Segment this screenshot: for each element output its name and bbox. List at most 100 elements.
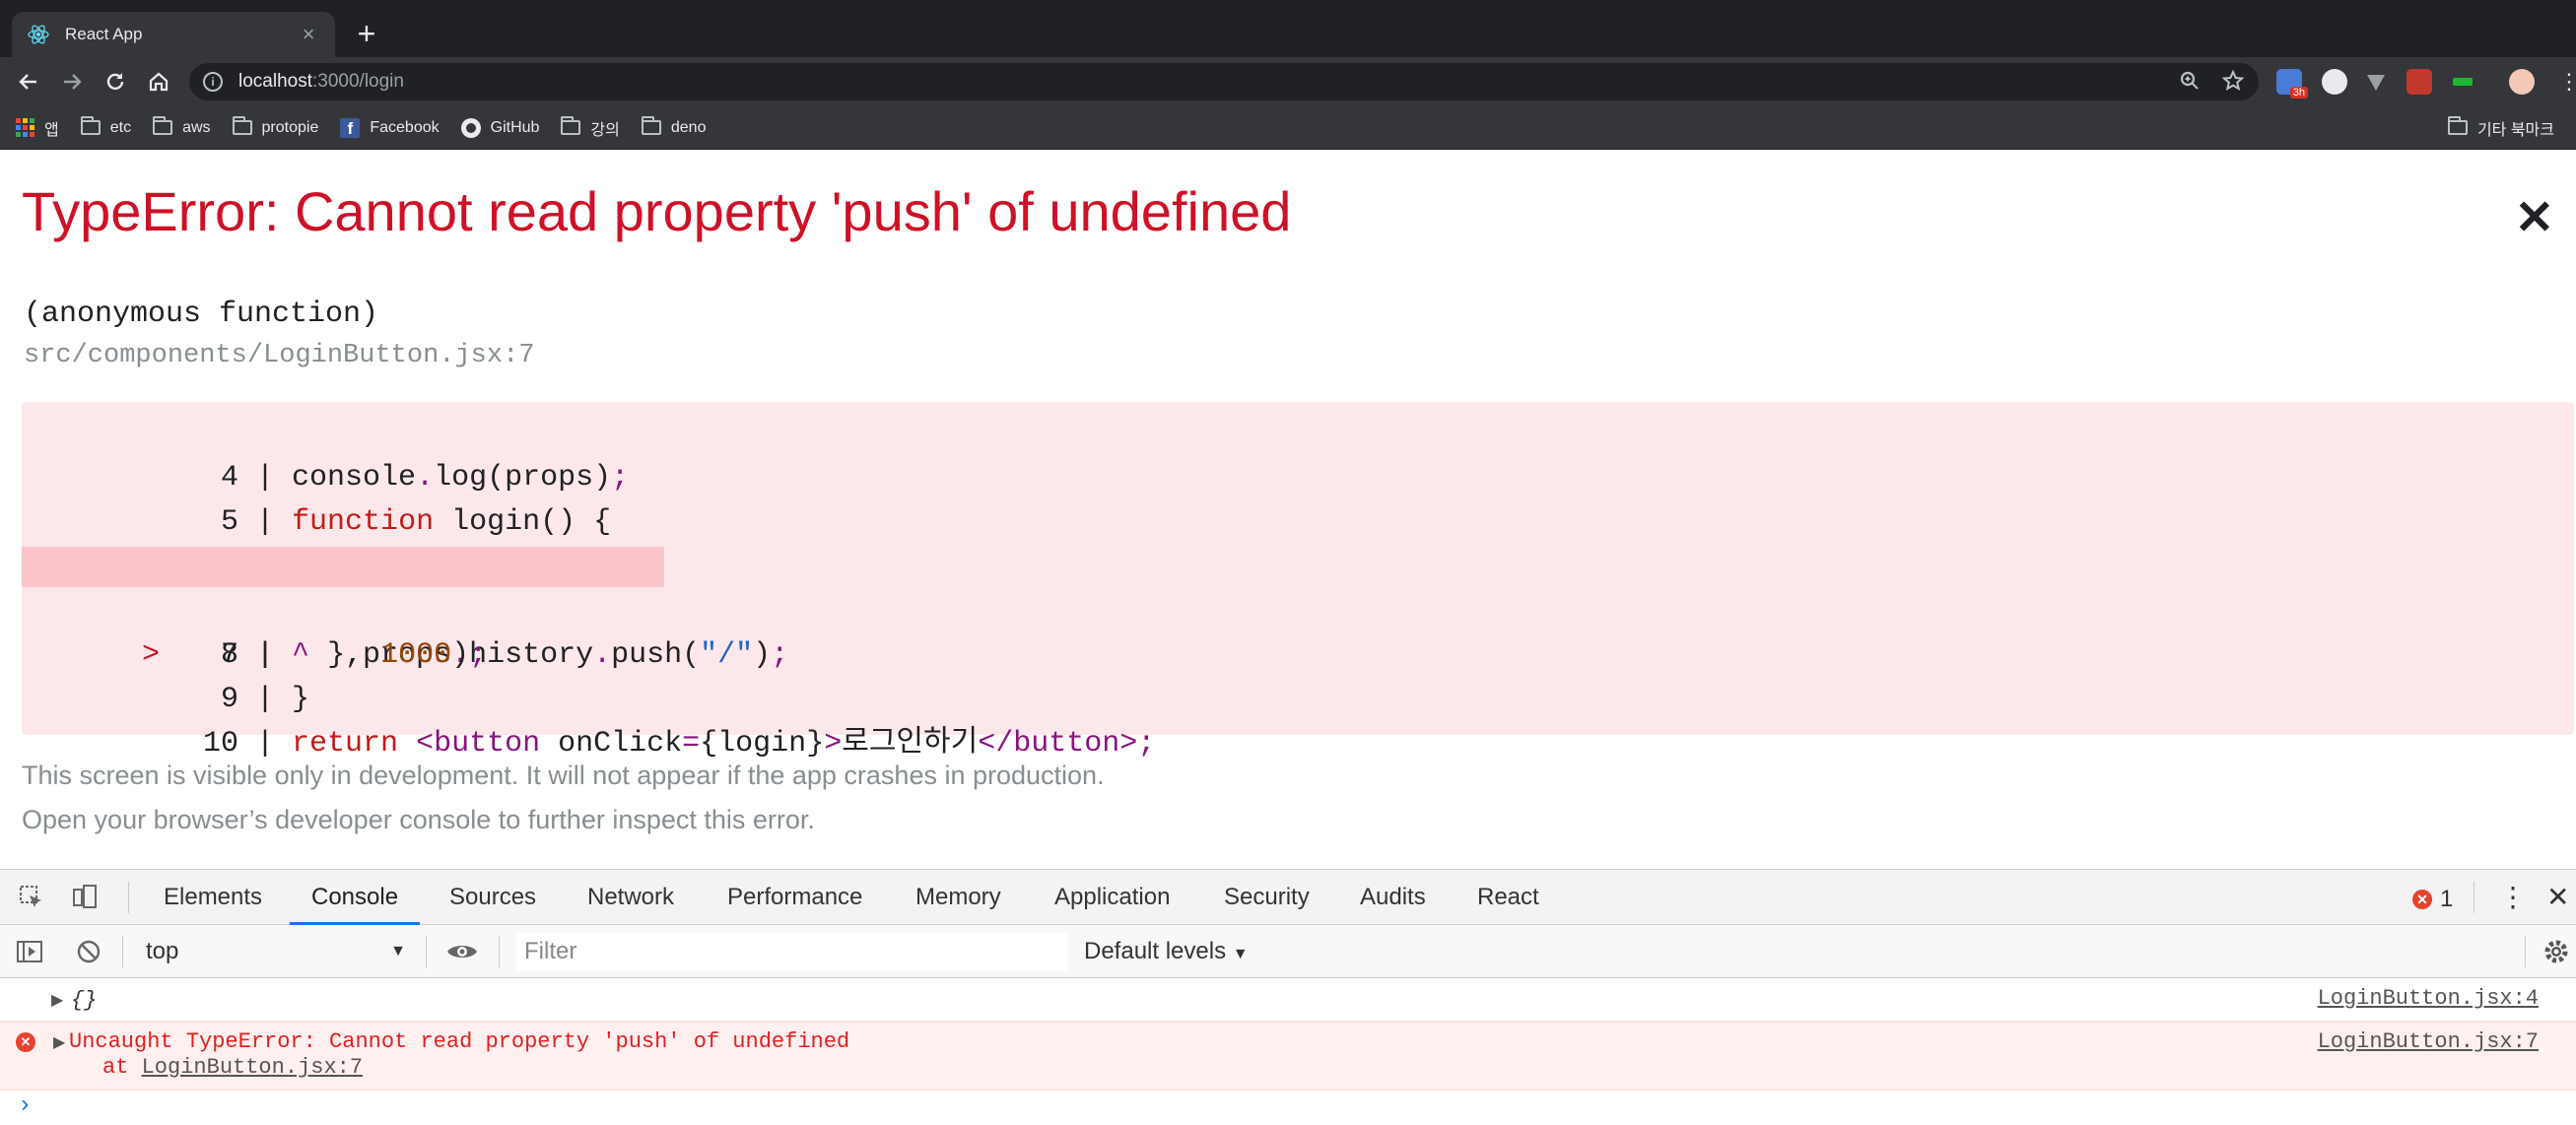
- facebook-icon: f: [340, 117, 361, 138]
- dev-only-note: This screen is visible only in developme…: [22, 761, 1105, 790]
- stack-function-name: (anonymous function): [24, 298, 379, 331]
- forward-button[interactable]: [55, 65, 89, 99]
- live-expression-eye-icon[interactable]: [445, 938, 479, 965]
- close-devtools-icon[interactable]: ✕: [2546, 870, 2569, 925]
- bookmark-label: GitHub: [490, 118, 540, 136]
- code-line: 6 | setTimeout(() => {: [22, 500, 2574, 583]
- bookmark-deno[interactable]: deno: [641, 116, 707, 137]
- error-source-link[interactable]: LoginButton.jsx:7: [2318, 1029, 2539, 1054]
- tab-title: React App: [65, 25, 143, 43]
- folder-icon: [2447, 116, 2468, 135]
- gear-icon[interactable]: [2542, 938, 2570, 965]
- console-prompt[interactable]: ›: [18, 1092, 32, 1119]
- address-bar[interactable]: i localhost:3000/login: [189, 63, 2259, 100]
- bookmark-etc[interactable]: etc: [80, 116, 131, 137]
- bookmark-label: deno: [670, 118, 707, 136]
- calendar-extension-icon[interactable]: 3h: [2276, 69, 2308, 99]
- folder-icon: [232, 116, 252, 135]
- tab-performance[interactable]: Performance: [727, 870, 862, 925]
- folder-icon: [561, 116, 581, 135]
- dropdown-arrow-icon: ▼: [390, 943, 406, 960]
- url-host: localhost: [238, 71, 312, 92]
- apps-icon: [16, 118, 34, 137]
- folder-icon: [641, 116, 661, 135]
- extension-circle-icon[interactable]: [2322, 69, 2347, 95]
- tab-audits[interactable]: Audits: [1360, 870, 1426, 925]
- close-tab-icon[interactable]: ×: [296, 22, 321, 47]
- code-line: 5 | function login() {: [221, 505, 612, 539]
- new-tab-button[interactable]: +: [349, 17, 384, 52]
- expand-arrow-icon[interactable]: ▶: [53, 1032, 65, 1052]
- log-levels-dropdown[interactable]: Default levels ▼: [1084, 933, 1249, 970]
- react-icon: [26, 22, 51, 47]
- profile-avatar[interactable]: [2509, 69, 2535, 95]
- extension-red-icon[interactable]: [2407, 69, 2432, 95]
- chrome-menu-icon[interactable]: ⋮: [2552, 65, 2576, 99]
- expand-arrow-icon[interactable]: ▶: [51, 990, 63, 1010]
- tab-application[interactable]: Application: [1054, 870, 1170, 925]
- log-levels-label: Default levels: [1084, 938, 1227, 964]
- devtools-tabbar: Elements Console Sources Network Perform…: [0, 870, 2576, 925]
- extension-badge: 3h: [2289, 87, 2308, 99]
- bookmark-github[interactable]: GitHub: [460, 117, 540, 138]
- tab-memory[interactable]: Memory: [915, 870, 1001, 925]
- site-info-icon[interactable]: i: [203, 72, 223, 92]
- bookmark-label: aws: [182, 118, 211, 136]
- reload-button[interactable]: [99, 65, 132, 99]
- tab-elements[interactable]: Elements: [164, 870, 262, 925]
- stack-at-prefix: at: [102, 1055, 142, 1080]
- code-line: 9 | }: [221, 683, 310, 716]
- error-count: 1: [2440, 886, 2454, 912]
- console-error-message: ✕ ▶ Uncaught TypeError: Cannot read prop…: [0, 1022, 2576, 1091]
- stack-trace-link[interactable]: LoginButton.jsx:7: [142, 1055, 363, 1080]
- bookmark-label: 앱: [44, 121, 59, 139]
- arrow-left-icon: [19, 74, 36, 90]
- inspect-element-icon[interactable]: [18, 884, 45, 911]
- console-filter-input[interactable]: [516, 933, 1068, 970]
- reload-icon: [106, 73, 124, 91]
- bookmark-apps[interactable]: 앱: [16, 116, 59, 140]
- tab-network[interactable]: Network: [587, 870, 674, 925]
- error-overlay: TypeError: Cannot read property 'push' o…: [0, 150, 2576, 869]
- folder-icon: [80, 116, 101, 135]
- other-bookmarks[interactable]: 기타 북마크: [2447, 116, 2554, 140]
- code-frame: 4 | console.log(props); 5 | function log…: [22, 402, 2574, 761]
- device-toolbar-icon[interactable]: [71, 884, 99, 911]
- devtools-panel: Elements Console Sources Network Perform…: [0, 869, 2576, 1125]
- code-line: 4 | console.log(props);: [221, 461, 630, 495]
- github-icon: [460, 117, 481, 138]
- back-button[interactable]: [12, 65, 45, 99]
- code-line-highlighted: >7 | props.history.push("/");: [22, 545, 2574, 672]
- zoom-icon[interactable]: [2178, 69, 2202, 93]
- sidebar-toggle-icon[interactable]: [16, 938, 43, 965]
- bookmark-aws[interactable]: aws: [153, 116, 211, 137]
- home-button[interactable]: [142, 65, 175, 99]
- tab-security[interactable]: Security: [1224, 870, 1310, 925]
- console-toolbar: top ▼ Default levels ▼: [0, 925, 2576, 978]
- bookmark-label: Facebook: [370, 118, 440, 136]
- error-count-badge[interactable]: ✕ 1: [2412, 886, 2453, 913]
- code-line: 8 | ^ }, 1000);: [221, 638, 488, 672]
- devtools-menu-icon[interactable]: ⋮: [2499, 870, 2527, 925]
- tab-react[interactable]: React: [1477, 870, 1539, 925]
- error-title: TypeError: Cannot read property 'push' o…: [22, 180, 1292, 242]
- folder-icon: [153, 116, 173, 135]
- home-icon: [149, 72, 169, 92]
- browser-tab[interactable]: React App ×: [12, 12, 335, 57]
- clear-console-icon[interactable]: [75, 938, 102, 965]
- bookmark-protopie[interactable]: protopie: [232, 116, 318, 137]
- bookmark-lecture[interactable]: 강의: [561, 116, 620, 140]
- star-icon[interactable]: [2221, 69, 2245, 93]
- bookmark-facebook[interactable]: f Facebook: [340, 117, 440, 138]
- extension-green-icon[interactable]: [2450, 69, 2475, 95]
- vuetify-extension-icon[interactable]: [2363, 69, 2389, 95]
- tab-console[interactable]: Console: [290, 870, 421, 925]
- log-object[interactable]: {}: [71, 988, 97, 1013]
- stack-location-link[interactable]: src/components/LoginButton.jsx:7: [24, 341, 534, 370]
- tab-strip: React App × +: [0, 0, 2576, 57]
- context-select[interactable]: top ▼: [138, 933, 414, 970]
- tab-sources[interactable]: Sources: [449, 870, 536, 925]
- log-source-link[interactable]: LoginButton.jsx:4: [2318, 986, 2539, 1011]
- close-overlay-icon[interactable]: ✕: [2515, 195, 2554, 242]
- arrow-right-icon: [64, 74, 82, 90]
